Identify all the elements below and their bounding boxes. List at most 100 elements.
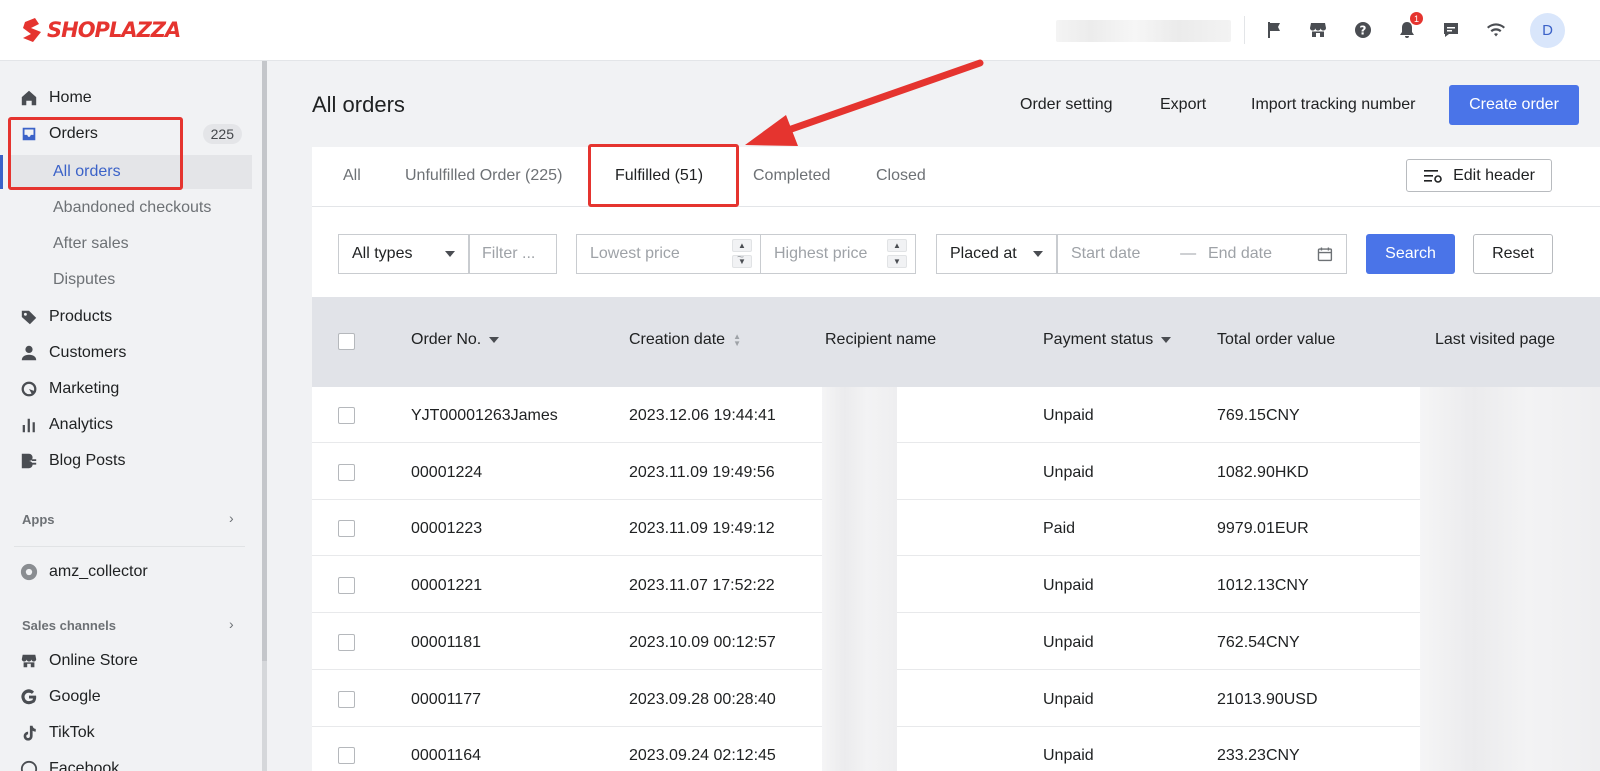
filter-input[interactable]: Filter ... (469, 234, 557, 274)
highest-price-stepper[interactable]: ▲ ▼ (887, 239, 907, 268)
sort-icon[interactable]: ▲ ▼ (733, 333, 741, 348)
export-button[interactable]: Export (1160, 96, 1206, 114)
tab-all[interactable]: All (343, 167, 361, 185)
tab-completed[interactable]: Completed (753, 167, 830, 185)
help-icon[interactable]: ? (1351, 18, 1375, 42)
lowest-price-input[interactable]: Lowest price ▲ ▼ (576, 234, 761, 274)
svg-text:?: ? (1360, 24, 1367, 38)
end-date-placeholder: End date (1207, 245, 1273, 262)
sidebar-item-abandoned-checkouts[interactable]: Abandoned checkouts (10, 191, 252, 225)
order-no-link[interactable]: 00001177 (411, 691, 481, 709)
store-icon[interactable] (1306, 18, 1330, 42)
create-order-button[interactable]: Create order (1449, 85, 1579, 125)
column-payment-status[interactable]: Payment status (1043, 331, 1172, 349)
sidebar-item-customers[interactable]: Customers (10, 336, 252, 370)
order-setting-button[interactable]: Order setting (1020, 96, 1112, 114)
payment-status-cell: Unpaid (1043, 464, 1094, 481)
table-row[interactable]: 00001164 2023.09.24 02:12:45 Unpaid 233.23C… (312, 727, 1600, 771)
highlight-box-fulfilled-tab (588, 144, 739, 207)
chevron-right-icon[interactable]: › (229, 616, 234, 632)
select-all-checkbox[interactable] (338, 333, 355, 350)
highest-price-input[interactable]: Highest price ▲ ▼ (761, 234, 916, 274)
sidebar-item-after-sales[interactable]: After sales (10, 227, 252, 261)
table-row[interactable]: YJT00001263James 2023.12.06 19:44:41 Unpai… (312, 387, 1600, 443)
shoplazza-logo[interactable]: SHOPLAZZA (21, 16, 181, 44)
edit-header-button[interactable]: Edit header (1406, 159, 1552, 192)
total-value-cell: 1012.13CNY (1217, 577, 1309, 594)
row-checkbox[interactable] (338, 634, 355, 651)
sidebar-item-google[interactable]: Google (10, 680, 252, 714)
order-no-link[interactable]: 00001164 (411, 747, 481, 765)
date-range-picker[interactable]: Start date — End date (1057, 234, 1347, 274)
last-visited-blurred (1420, 727, 1600, 771)
bell-icon[interactable]: 1 (1395, 12, 1423, 42)
decrement-icon[interactable]: ▼ (887, 255, 907, 268)
column-order-no[interactable]: Order No. (411, 331, 500, 349)
avatar[interactable]: D (1530, 13, 1565, 48)
order-no-link[interactable]: 00001223 (411, 520, 482, 538)
filter-down-icon[interactable] (1161, 337, 1172, 343)
sidebar-item-products[interactable]: Products (10, 300, 252, 334)
date-separator: — (1180, 245, 1197, 262)
sidebar-item-facebook[interactable]: Facebook (10, 752, 252, 771)
chat-icon[interactable] (1439, 18, 1463, 42)
column-creation-date[interactable]: Creation date ▲ ▼ (629, 331, 741, 349)
highlight-box-orders (8, 117, 183, 190)
creation-date-cell: 2023.09.24 02:12:45 (629, 747, 776, 764)
sidebar-item-tiktok[interactable]: TikTok (10, 716, 252, 750)
tab-closed[interactable]: Closed (876, 167, 926, 185)
sidebar-item-analytics[interactable]: Analytics (10, 408, 252, 442)
sidebar-item-label: Blog Posts (49, 452, 126, 469)
recipient-blurred (822, 557, 897, 613)
recipient-blurred (822, 387, 897, 443)
sidebar-item-disputes[interactable]: Disputes (10, 263, 252, 297)
store-name-blurred[interactable] (1056, 20, 1231, 42)
sidebar-scrollbar-thumb[interactable] (262, 61, 267, 661)
last-visited-blurred (1420, 444, 1600, 500)
sales-channels-section-label: Sales channels (22, 618, 116, 633)
sidebar-item-amz-collector[interactable]: amz_collector (10, 555, 252, 589)
sidebar-item-online-store[interactable]: Online Store (10, 644, 252, 678)
order-no-link[interactable]: 00001181 (411, 634, 481, 652)
table-row[interactable]: 00001177 2023.09.28 00:28:40 Unpaid 21013.9… (312, 671, 1600, 727)
row-checkbox[interactable] (338, 747, 355, 764)
flag-icon[interactable] (1262, 18, 1286, 42)
sidebar-item-home[interactable]: Home (10, 81, 252, 115)
column-total-order-value: Total order value (1217, 331, 1335, 349)
tab-unfulfilled[interactable]: Unfulfilled Order (225) (405, 167, 562, 185)
calendar-icon[interactable] (1317, 246, 1333, 262)
store-icon (19, 651, 39, 671)
creation-date-cell: 2023.10.09 00:12:57 (629, 634, 776, 651)
wifi-icon[interactable] (1484, 18, 1508, 42)
row-checkbox[interactable] (338, 520, 355, 537)
payment-status-cell: Unpaid (1043, 747, 1094, 764)
search-button[interactable]: Search (1366, 234, 1455, 274)
sort-down-icon[interactable] (489, 337, 500, 343)
price-range-separator: ~ (737, 250, 745, 264)
table-header: Order No. Creation date ▲ ▼ Recipient name… (312, 297, 1600, 387)
import-tracking-button[interactable]: Import tracking number (1251, 96, 1416, 114)
table-row[interactable]: 00001221 2023.11.07 17:52:22 Unpaid 1012.13… (312, 557, 1600, 613)
payment-status-cell: Paid (1043, 520, 1076, 537)
date-type-select[interactable]: Placed at (936, 234, 1057, 274)
row-checkbox[interactable] (338, 691, 355, 708)
chevron-right-icon[interactable]: › (229, 510, 234, 526)
table-row[interactable]: 00001224 2023.11.09 19:49:56 Unpaid 1082.90… (312, 444, 1600, 500)
row-checkbox[interactable] (338, 464, 355, 481)
sidebar-item-label: Home (49, 89, 92, 106)
payment-status-cell: Unpaid (1043, 634, 1094, 651)
reset-button[interactable]: Reset (1473, 234, 1553, 274)
order-no-link[interactable]: 00001224 (411, 464, 482, 482)
row-checkbox[interactable] (338, 407, 355, 424)
order-no-link[interactable]: YJT00001263James (411, 407, 558, 425)
row-checkbox[interactable] (338, 577, 355, 594)
order-no-link[interactable]: 00001221 (411, 577, 482, 595)
table-row[interactable]: 00001223 2023.11.09 19:49:12 Paid 9979.01EU… (312, 500, 1600, 556)
sidebar-item-blog-posts[interactable]: Blog Posts (10, 444, 252, 478)
increment-icon[interactable]: ▲ (887, 239, 907, 252)
type-select[interactable]: All types (338, 234, 469, 274)
total-value-cell: 9979.01EUR (1217, 520, 1309, 537)
table-row[interactable]: 00001181 2023.10.09 00:12:57 Unpaid 762.54C… (312, 614, 1600, 670)
column-recipient-name: Recipient name (825, 331, 936, 349)
sidebar-item-marketing[interactable]: Marketing (10, 372, 252, 406)
